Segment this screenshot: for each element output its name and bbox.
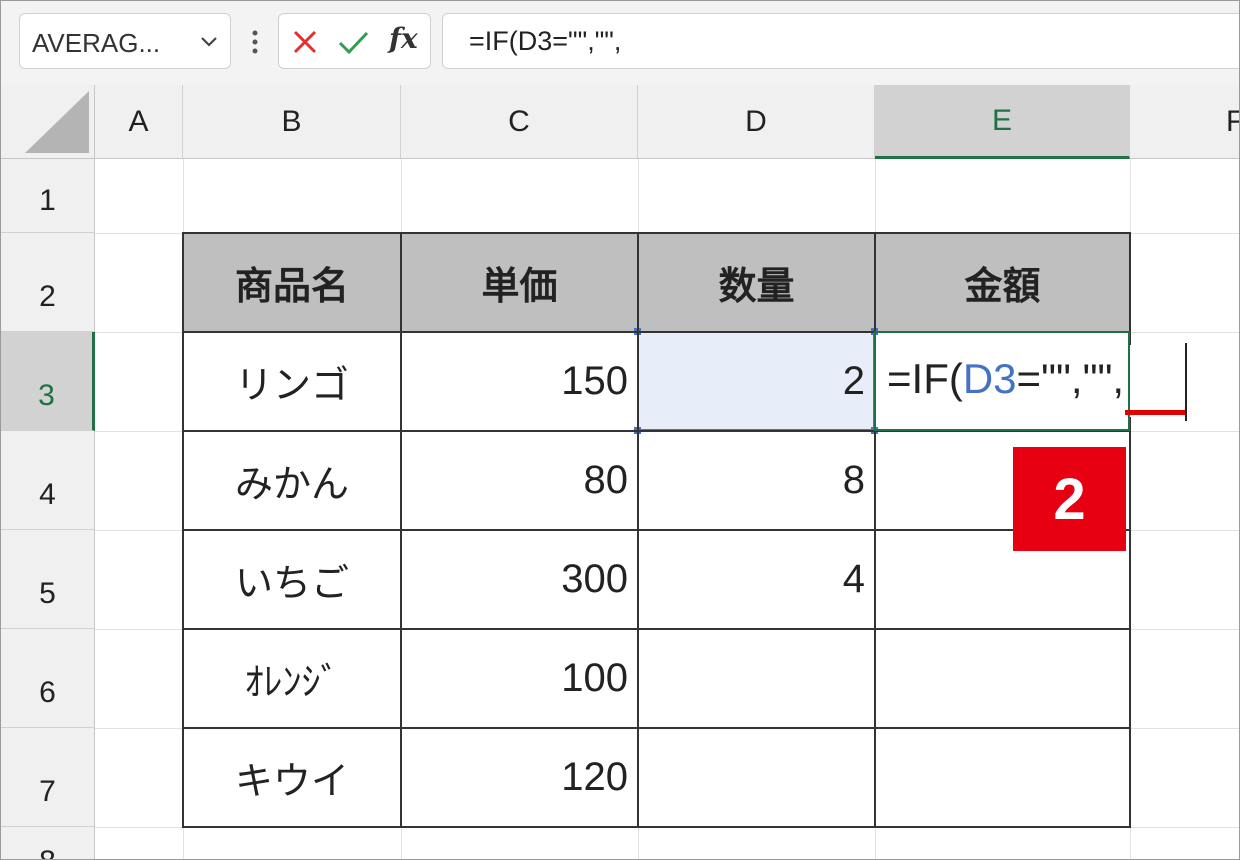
formula-reference-d3: D3: [962, 355, 1017, 402]
cell-c4[interactable]: 80: [401, 431, 638, 530]
table-header-product[interactable]: 商品名: [183, 233, 401, 332]
formula-input[interactable]: =IF(D3="","",: [442, 13, 1239, 69]
formula-buttons: fx: [278, 13, 431, 69]
row-header-5[interactable]: 5: [1, 530, 95, 629]
cell-d6[interactable]: [638, 629, 875, 728]
row-header-8[interactable]: 8: [1, 827, 95, 859]
table-border: [182, 529, 1131, 531]
formula-part: "",: [1082, 355, 1125, 402]
insert-function-button[interactable]: fx: [389, 22, 418, 55]
table-border: [182, 826, 1131, 828]
row-header-3[interactable]: 3: [1, 332, 95, 431]
cell-d5[interactable]: 4: [638, 530, 875, 629]
row-header-6[interactable]: 6: [1, 629, 95, 728]
formula-bar: AVERAG... fx =IF(D3="","",: [1, 1, 1239, 86]
cell-d4[interactable]: 8: [638, 431, 875, 530]
formula-text: =IF(D3="","",: [469, 26, 622, 56]
step-number-badge: 2: [1013, 447, 1126, 551]
cell-c6[interactable]: 100: [401, 629, 638, 728]
cell-b5[interactable]: いちご: [183, 530, 401, 629]
name-box-value: AVERAG...: [32, 28, 161, 58]
formula-part: =IF(: [887, 355, 963, 402]
column-header-c[interactable]: C: [401, 85, 638, 159]
table-header-quantity[interactable]: 数量: [638, 233, 875, 332]
cell-c3[interactable]: 150: [401, 332, 638, 431]
table-header-price[interactable]: 単価: [401, 233, 638, 332]
cell-d3[interactable]: 2: [638, 332, 875, 431]
cell-b6[interactable]: ｵﾚﾝｼﾞ: [183, 629, 401, 728]
row-header-4[interactable]: 4: [1, 431, 95, 530]
enter-check-icon[interactable]: [337, 26, 369, 58]
row-header-7[interactable]: 7: [1, 728, 95, 827]
column-header-b[interactable]: B: [183, 85, 401, 159]
cell-edit-formula[interactable]: =IF(D3="","",: [887, 355, 1124, 403]
cancel-icon[interactable]: [289, 26, 321, 58]
select-all-triangle-icon: [25, 91, 89, 153]
column-header-e[interactable]: E: [875, 85, 1130, 159]
name-box[interactable]: AVERAG...: [19, 13, 231, 69]
select-all-corner[interactable]: [1, 85, 95, 159]
table-border: [182, 628, 1131, 630]
worksheet-grid: A B C D E F 1 2 3 4 5 6 7 8 商品名 単価 数量 金額: [1, 85, 1239, 859]
text-cursor: [1185, 343, 1187, 421]
edit-overflow-area: [1130, 345, 1192, 417]
cell-b4[interactable]: みかん: [183, 431, 401, 530]
table-border: [182, 232, 1131, 234]
cell-c5[interactable]: 300: [401, 530, 638, 629]
highlight-underline: [1125, 410, 1187, 415]
column-header-a[interactable]: A: [95, 85, 183, 159]
more-options-icon[interactable]: [249, 27, 261, 57]
row-header-1[interactable]: 1: [1, 159, 95, 233]
row-header-2[interactable]: 2: [1, 233, 95, 332]
chevron-down-icon[interactable]: [198, 30, 220, 52]
cell-c7[interactable]: 120: [401, 728, 638, 827]
table-border: [182, 727, 1131, 729]
cell-d7[interactable]: [638, 728, 875, 827]
excel-window: AVERAG... fx =IF(D3="","", A B C D E 1 2…: [0, 0, 1240, 860]
column-header-d[interactable]: D: [638, 85, 875, 159]
column-header-f[interactable]: F: [1130, 85, 1239, 159]
formula-part: ="",: [1016, 355, 1083, 402]
cell-b7[interactable]: キウイ: [183, 728, 401, 827]
table-header-amount[interactable]: 金額: [875, 233, 1130, 332]
cell-b3[interactable]: リンゴ: [183, 332, 401, 431]
